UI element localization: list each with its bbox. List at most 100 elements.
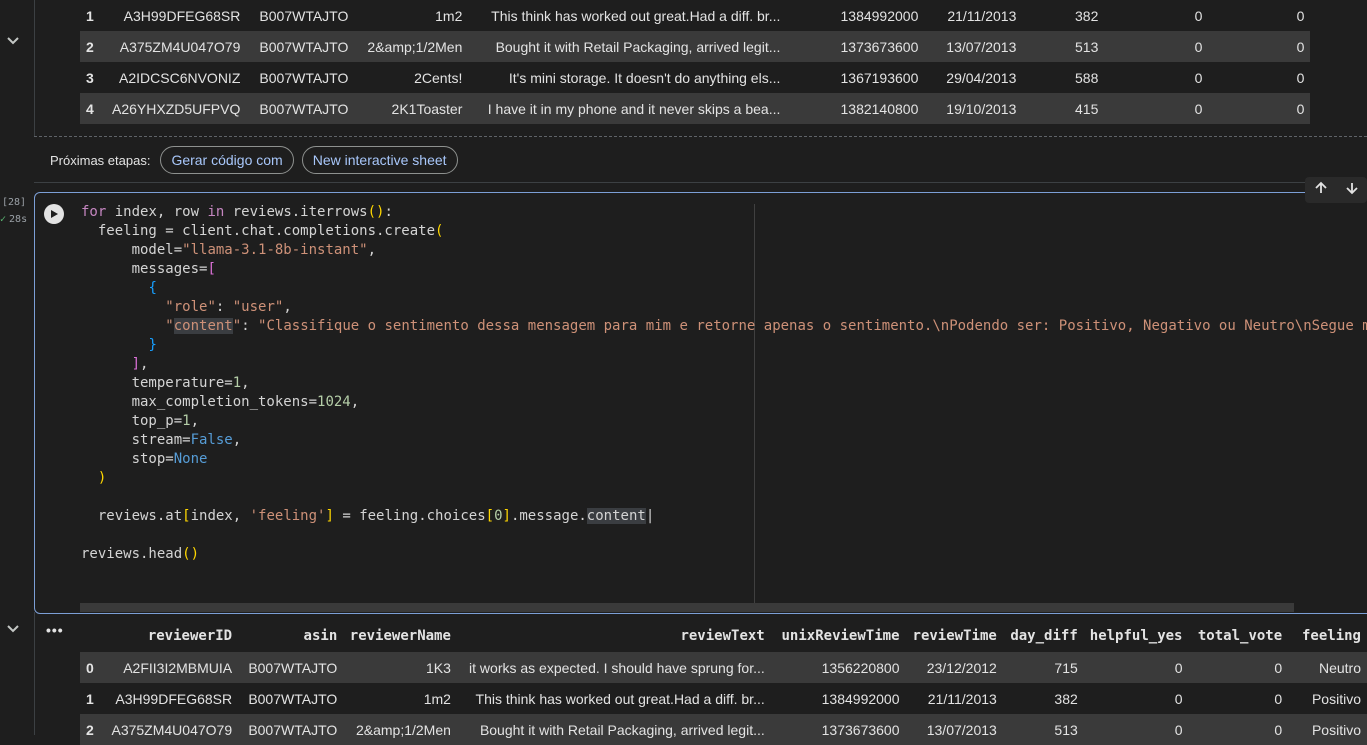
table-cell: Bought it with Retail Packaging, arrived… xyxy=(456,714,771,745)
column-header: unixReviewTime xyxy=(781,628,900,644)
table-cell: 2&amp;1/2Men xyxy=(343,714,457,745)
previous-dataframe: 1 A3H99DFEG68SR B007WTAJTO 1m2 This think ha… xyxy=(80,0,1311,124)
table-cell: 1373673600 xyxy=(770,714,906,745)
table-cell: 382 xyxy=(1054,690,1078,707)
row-index: 4 xyxy=(80,93,106,124)
table-cell: It's mini storage. It doesn't do anythin… xyxy=(508,69,781,86)
column-header: reviewText xyxy=(680,628,765,644)
table-cell: it works as expected. I should have spru… xyxy=(456,652,771,683)
table-cell: A3H99DFEG68SR xyxy=(115,690,233,707)
row-index: 0 xyxy=(80,652,104,683)
table-cell: Positivo xyxy=(1288,714,1367,745)
table-cell: 513 xyxy=(1002,714,1084,745)
table-cell: 1382140800 xyxy=(786,93,925,124)
collapse-output-chevron-down-icon-2[interactable] xyxy=(4,620,22,638)
table-cell: 382 xyxy=(1075,7,1099,24)
table-cell: 21/11/2013 xyxy=(927,690,997,707)
column-header: day_diff xyxy=(1010,628,1078,644)
table-row: 2 A375ZM4U047O79 B007WTAJTO 2&amp;1/2Men Bou… xyxy=(80,714,1367,745)
table-cell: 2K1Toaster xyxy=(354,93,469,124)
table-cell: 13/07/2013 xyxy=(924,31,1023,62)
arrow-down-icon[interactable] xyxy=(1345,181,1359,200)
table-row: 1 A3H99DFEG68SR B007WTAJTO 1m2 This think ha… xyxy=(80,683,1367,714)
table-cell: B007WTAJTO xyxy=(259,69,349,86)
horizontal-scrollbar[interactable] xyxy=(80,603,1294,612)
table-cell: I have it in my phone and it never skips… xyxy=(468,93,787,124)
next-steps-label: Próximas etapas: xyxy=(50,152,151,168)
table-cell: Positivo xyxy=(1311,690,1361,707)
table-cell: 1K3 xyxy=(343,652,457,683)
output-dataframe: reviewerID asin reviewerName reviewText unix… xyxy=(80,620,1367,745)
row-index: 2 xyxy=(80,31,106,62)
column-header: helpful_yes xyxy=(1089,628,1183,644)
table-cell: 23/12/2012 xyxy=(905,652,1003,683)
column-header: total_vote xyxy=(1197,628,1283,644)
table-cell: A375ZM4U047O79 xyxy=(103,714,239,745)
table-cell: 0 xyxy=(1208,93,1311,124)
row-index: 2 xyxy=(80,714,104,745)
table-cell: This think has worked out great.Had a di… xyxy=(491,7,781,24)
table-cell: 0 xyxy=(1174,690,1183,707)
table-cell: B007WTAJTO xyxy=(238,652,344,683)
table-cell: 21/11/2013 xyxy=(947,7,1017,24)
table-cell: A375ZM4U047O79 xyxy=(106,31,247,62)
table-row: 2 A375ZM4U047O79 B007WTAJTO 2&amp;1/2Men Bou… xyxy=(80,31,1311,62)
table-cell: 2Cents! xyxy=(414,69,463,86)
table-cell: 1m2 xyxy=(423,690,451,707)
table-cell: B007WTAJTO xyxy=(246,31,355,62)
row-index: 3 xyxy=(86,69,94,86)
execution-time: ✓ 28s xyxy=(0,214,28,225)
column-header xyxy=(80,620,103,652)
table-row: 0 A2FII3I2MBMUIA B007WTAJTO 1K3 it works as … xyxy=(80,652,1367,683)
table-cell: 19/10/2013 xyxy=(924,93,1023,124)
row-index: 1 xyxy=(86,7,94,24)
table-cell: 415 xyxy=(1022,93,1105,124)
execution-count: [28] xyxy=(2,197,27,208)
table-cell: B007WTAJTO xyxy=(246,93,355,124)
column-header: reviewerID xyxy=(147,628,233,644)
table-row: 3 A2IDCSC6NVONIZ B007WTAJTO 2Cents! It's min… xyxy=(80,62,1310,93)
table-cell: 0 xyxy=(1104,93,1209,124)
table-cell: 0 xyxy=(1194,69,1203,86)
table-cell: 1m2 xyxy=(435,7,463,24)
more-horiz-icon[interactable]: ••• xyxy=(46,622,64,638)
table-cell: 0 xyxy=(1188,652,1289,683)
code-editor[interactable]: for index, row in reviews.iterrows(): fe… xyxy=(81,203,1367,564)
table-cell: 0 xyxy=(1083,652,1189,683)
table-cell: 1384992000 xyxy=(840,7,919,24)
table-cell: 715 xyxy=(1002,652,1084,683)
column-header: asin xyxy=(303,628,338,644)
cell-toolbar xyxy=(1305,177,1367,203)
table-cell: 29/04/2013 xyxy=(946,69,1017,86)
run-cell-play-icon[interactable] xyxy=(44,204,64,224)
table-cell: 1373673600 xyxy=(786,31,925,62)
generate-code-chip-text: Gerar código com xyxy=(171,152,283,168)
table-cell: 0 xyxy=(1274,690,1283,707)
table-cell: 1367193600 xyxy=(840,69,919,86)
table-cell: 1384992000 xyxy=(821,690,900,707)
table-cell: B007WTAJTO xyxy=(248,690,338,707)
table-cell: B007WTAJTO xyxy=(259,7,349,24)
generate-code-chip[interactable]: Gerar código com reviews xyxy=(131,146,294,366)
table-cell: Bought it with Retail Packaging, arrived… xyxy=(468,31,787,62)
table-cell: 0 xyxy=(1208,31,1311,62)
arrow-up-icon[interactable] xyxy=(1314,181,1328,200)
collapse-output-chevron-down-icon[interactable] xyxy=(4,32,22,50)
table-cell: 0 xyxy=(1296,7,1305,24)
table-cell: 0 xyxy=(1104,31,1209,62)
table-cell: 13/07/2013 xyxy=(905,714,1003,745)
table-cell: 588 xyxy=(1075,69,1099,86)
row-index: 1 xyxy=(86,690,94,707)
column-header: reviewerName xyxy=(349,628,451,644)
table-row: 1 A3H99DFEG68SR B007WTAJTO 1m2 This think ha… xyxy=(80,0,1310,31)
cell-separator xyxy=(34,182,1367,183)
table-cell: 2&amp;1/2Men xyxy=(354,31,469,62)
new-interactive-sheet-chip[interactable]: New interactive sheet xyxy=(301,146,458,174)
table-cell: This think has worked out great.Had a di… xyxy=(475,690,765,707)
table-cell: 0 xyxy=(1188,714,1289,745)
table-row: 4 A26YHXZD5UFPVQ B007WTAJTO 2K1Toaster I hav… xyxy=(80,93,1311,124)
table-cell: A26YHXZD5UFPVQ xyxy=(106,93,247,124)
table-cell: 513 xyxy=(1022,31,1105,62)
table-cell: Neutro xyxy=(1288,652,1367,683)
table-cell: B007WTAJTO xyxy=(238,714,344,745)
